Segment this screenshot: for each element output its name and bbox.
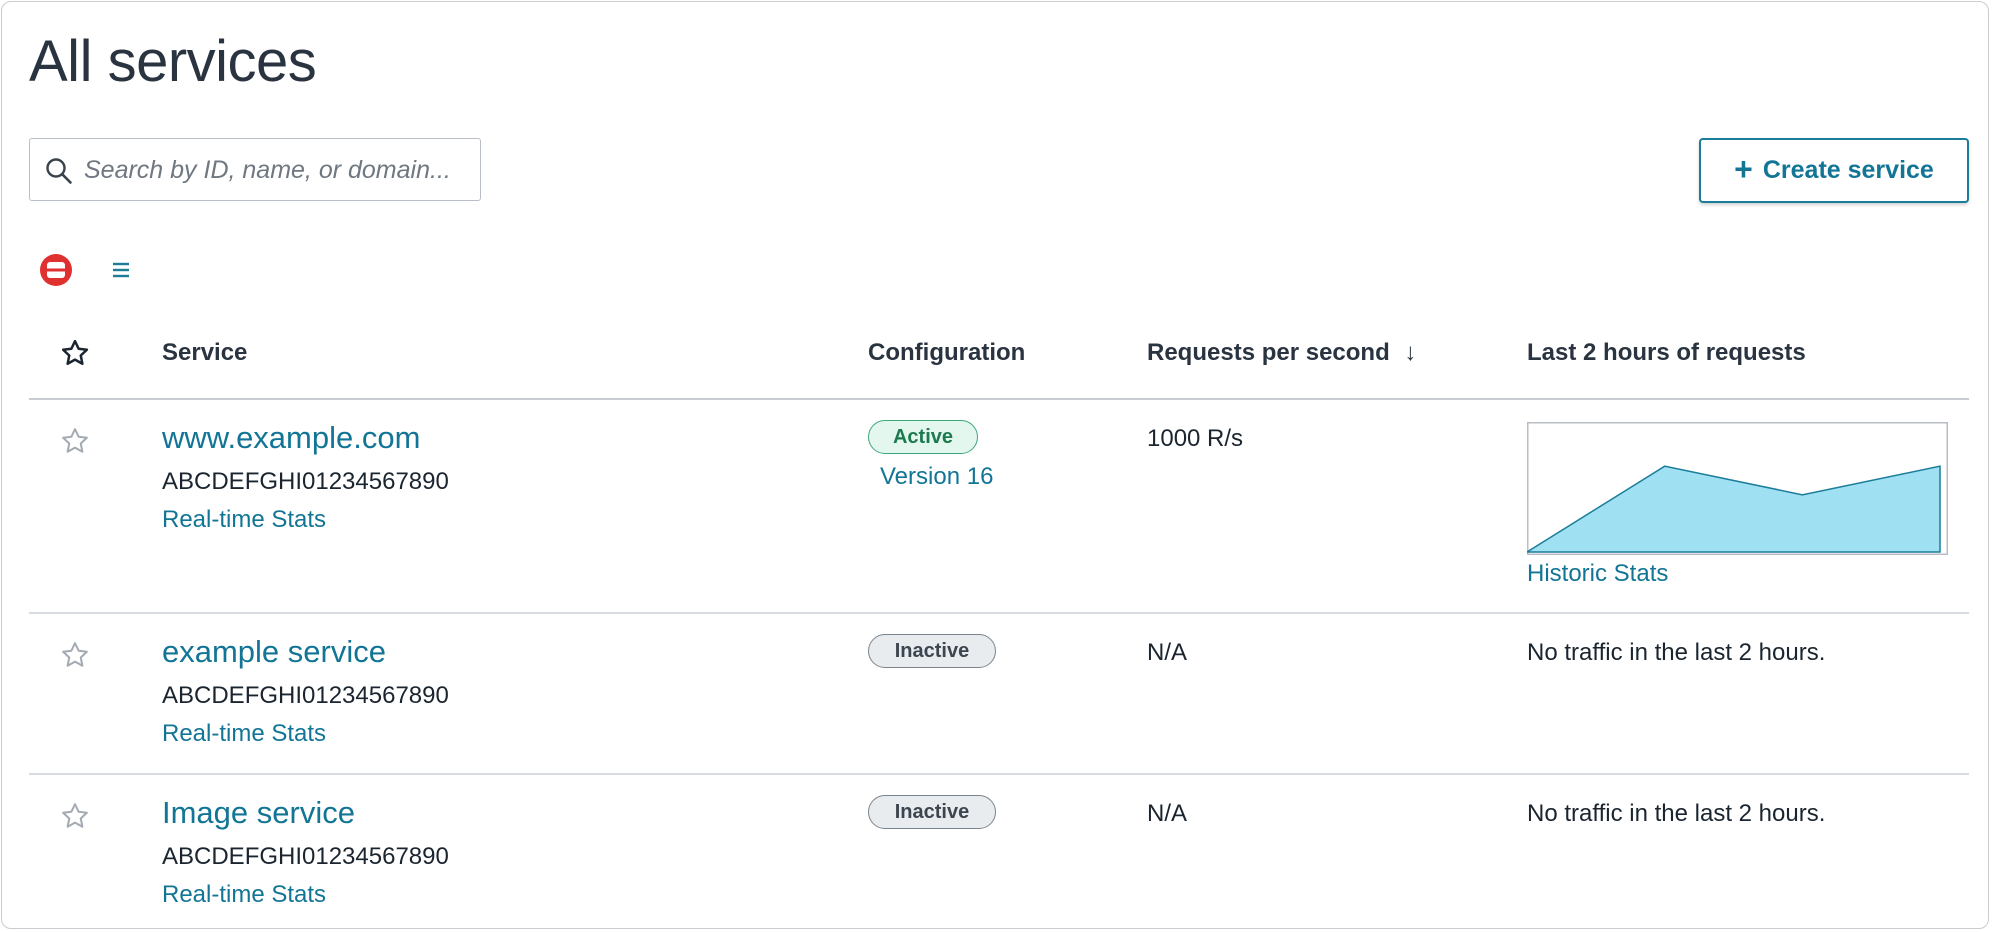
create-service-button[interactable]: + Create service <box>1699 138 1969 203</box>
requests-per-second: N/A <box>1147 800 1188 827</box>
search-input[interactable] <box>82 147 476 193</box>
no-traffic-message: No traffic in the last 2 hours. <box>1527 639 1826 666</box>
column-header-rps[interactable]: Requests per second ↓ <box>1147 339 1416 367</box>
service-name-link[interactable]: example service <box>162 634 386 670</box>
service-id: ABCDEFGHI01234567890 <box>162 468 449 495</box>
column-header-rps-label: Requests per second <box>1147 339 1390 366</box>
table-row: Image service ABCDEFGHI01234567890 Real-… <box>29 775 1969 928</box>
table-row: example service ABCDEFGHI01234567890 Rea… <box>29 614 1969 775</box>
plus-icon: + <box>1734 150 1753 187</box>
realtime-stats-link[interactable]: Real-time Stats <box>162 881 326 909</box>
star-icon[interactable] <box>60 338 90 368</box>
column-header-history[interactable]: Last 2 hours of requests <box>1527 339 1806 367</box>
star-outline-icon[interactable] <box>60 640 90 670</box>
search-icon <box>46 158 72 184</box>
status-badge: Active <box>868 420 978 454</box>
table-row: www.example.com ABCDEFGHI01234567890 Rea… <box>29 400 1969 614</box>
realtime-stats-link[interactable]: Real-time Stats <box>162 720 326 748</box>
service-name-link[interactable]: www.example.com <box>162 420 420 456</box>
no-traffic-message: No traffic in the last 2 hours. <box>1527 800 1826 827</box>
list-view-icon[interactable] <box>110 256 132 284</box>
status-badge: Inactive <box>868 795 996 829</box>
requests-per-second: N/A <box>1147 639 1188 666</box>
realtime-stats-link[interactable]: Real-time Stats <box>162 506 326 534</box>
column-header-service[interactable]: Service <box>162 339 247 367</box>
star-outline-icon[interactable] <box>60 801 90 831</box>
service-id: ABCDEFGHI01234567890 <box>162 843 449 870</box>
requests-sparkline-chart <box>1527 422 1948 555</box>
page-title: All services <box>29 29 317 94</box>
star-outline-icon[interactable] <box>60 426 90 456</box>
services-panel: All services + Create service Service Co… <box>1 1 1989 929</box>
column-header-configuration[interactable]: Configuration <box>868 339 1025 367</box>
service-name-link[interactable]: Image service <box>162 795 355 831</box>
historic-stats-link[interactable]: Historic Stats <box>1527 560 1668 588</box>
sort-descending-icon: ↓ <box>1404 339 1417 366</box>
search-box[interactable] <box>29 138 481 201</box>
status-badge: Inactive <box>868 634 996 668</box>
table-header: Service Configuration Requests per secon… <box>29 330 1969 400</box>
requests-per-second: 1000 R/s <box>1147 425 1244 452</box>
create-service-label: Create service <box>1762 156 1934 184</box>
grid-view-icon[interactable] <box>39 253 73 287</box>
version-link[interactable]: Version 16 <box>880 463 993 491</box>
service-id: ABCDEFGHI01234567890 <box>162 682 449 709</box>
